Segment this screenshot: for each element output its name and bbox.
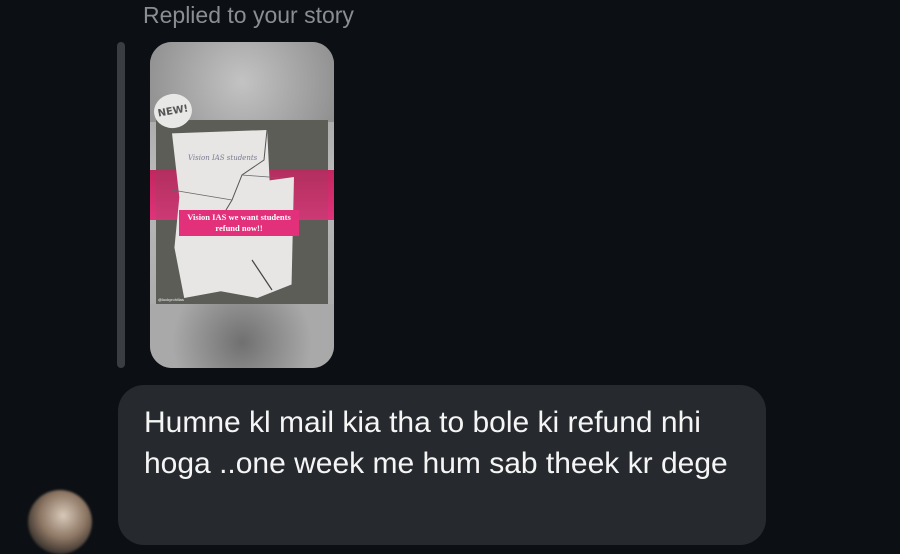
handwritten-note: Vision IAS students xyxy=(188,154,258,162)
sender-avatar[interactable] xyxy=(28,490,92,554)
story-preview-card[interactable]: Vision IAS students Vision IAS we want s… xyxy=(150,42,334,368)
replied-story-caption: Replied to your story xyxy=(143,2,354,28)
story-refund-label: Vision IAS we want students refund now!! xyxy=(179,210,299,236)
message-text: Humne kl mail kia tha to bole ki refund … xyxy=(144,406,728,480)
reply-indicator-bar xyxy=(117,42,125,368)
story-blur-bottom xyxy=(150,304,334,368)
story-watermark: @luckyrohillas xyxy=(158,297,184,302)
